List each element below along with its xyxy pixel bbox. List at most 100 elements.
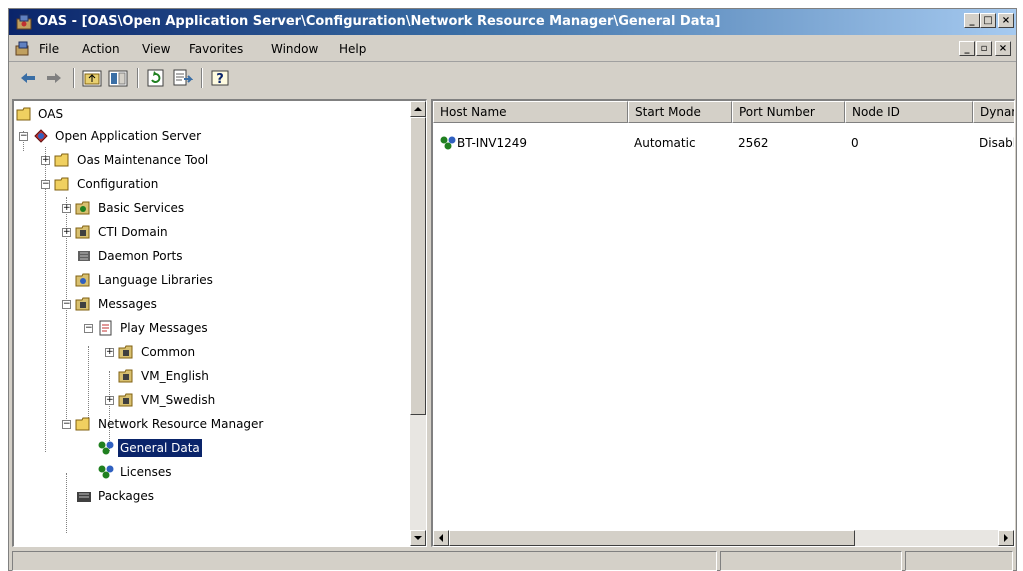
menu-window[interactable]: Window: [271, 42, 318, 56]
menu-view[interactable]: View: [142, 42, 170, 56]
tree-item-general-data[interactable]: General Data: [16, 437, 396, 459]
collapse-toggle[interactable]: −: [41, 180, 50, 189]
column-header-dynamic[interactable]: Dynam: [973, 101, 1014, 123]
scroll-left-button[interactable]: [433, 530, 449, 546]
status-bar: [9, 551, 1016, 571]
open-folder-icon: [75, 417, 90, 431]
list-horizontal-scrollbar[interactable]: [433, 530, 1014, 546]
list-header: Host Name Start Mode Port Number Node ID…: [433, 101, 1014, 123]
back-arrow-icon[interactable]: [17, 68, 39, 88]
tree-item-oas-maintenance-tool[interactable]: + Oas Maintenance Tool: [16, 149, 396, 171]
network-nodes-icon: [98, 441, 114, 455]
mmc-window: OAS - [OAS\Open Application Server\Confi…: [8, 8, 1017, 571]
collapse-toggle[interactable]: −: [62, 300, 71, 309]
console-doc-icon[interactable]: [15, 41, 31, 57]
tree-item-label: General Data: [118, 439, 202, 457]
network-nodes-icon: [440, 136, 456, 150]
scroll-thumb[interactable]: [410, 117, 426, 415]
cell-start-mode: Automatic: [634, 136, 696, 150]
scroll-right-button[interactable]: [998, 530, 1014, 546]
tree-item-licenses[interactable]: Licenses: [16, 461, 396, 483]
column-header-host-name[interactable]: Host Name: [433, 101, 628, 123]
collapse-toggle[interactable]: −: [19, 132, 28, 141]
tree-item-label: Daemon Ports: [98, 249, 183, 263]
menu-bar: File Action View Favorites Window Help _…: [9, 36, 1016, 62]
folder-icon: [118, 393, 133, 407]
title-bar[interactable]: OAS - [OAS\Open Application Server\Confi…: [9, 9, 1016, 35]
cell-port-number: 2562: [738, 136, 769, 150]
tree-item-configuration[interactable]: − Configuration: [16, 173, 396, 195]
tree-item-vm-swedish[interactable]: + VM_Swedish: [16, 389, 396, 411]
export-list-icon[interactable]: [171, 68, 193, 88]
tree-item-messages[interactable]: − Messages: [16, 293, 396, 315]
details-list[interactable]: Host Name Start Mode Port Number Node ID…: [431, 99, 1015, 547]
tree-vertical-scrollbar[interactable]: [410, 101, 426, 546]
expand-toggle[interactable]: +: [62, 204, 71, 213]
tree-item-label: VM_English: [141, 369, 209, 383]
menu-file[interactable]: File: [39, 42, 59, 56]
tree-item-vm-english[interactable]: VM_English: [16, 365, 396, 387]
expand-toggle[interactable]: +: [41, 156, 50, 165]
tree-item-label: VM_Swedish: [141, 393, 216, 407]
folder-icon: [118, 369, 133, 383]
tree-item-language-libraries[interactable]: Language Libraries: [16, 269, 396, 291]
services-folder-icon: [75, 201, 90, 215]
close-button[interactable]: ×: [998, 13, 1014, 28]
library-icon: [75, 273, 90, 287]
tree-item-basic-services[interactable]: + Basic Services: [16, 197, 396, 219]
tree-item-label: Open Application Server: [55, 129, 202, 143]
tree-item-label: OAS: [38, 107, 64, 121]
domain-folder-icon: [75, 225, 90, 239]
console-tree[interactable]: OAS − Open Application Server + Oas Main…: [12, 99, 427, 547]
ports-icon: [78, 251, 90, 261]
menu-action[interactable]: Action: [82, 42, 120, 56]
collapse-toggle[interactable]: −: [84, 324, 93, 333]
menu-favorites[interactable]: Favorites: [189, 42, 243, 56]
tree-item-label: Basic Services: [98, 201, 185, 215]
tree-item-oas[interactable]: OAS: [16, 103, 396, 125]
status-cell-3: [905, 551, 1013, 571]
column-header-start-mode[interactable]: Start Mode: [628, 101, 732, 123]
column-header-port-number[interactable]: Port Number: [732, 101, 845, 123]
cell-dynamic: Disable: [979, 136, 1014, 150]
folder-icon: [118, 345, 133, 359]
cell-node-id: 0: [851, 136, 859, 150]
menu-help[interactable]: Help: [339, 42, 366, 56]
tree-item-network-resource-manager[interactable]: − Network Resource Manager: [16, 413, 396, 435]
tree-item-label: Network Resource Manager: [98, 417, 264, 431]
oas-app-icon: [16, 14, 32, 30]
tree-item-label: Packages: [98, 489, 154, 503]
doc-minimize-button[interactable]: _: [959, 41, 975, 56]
show-hide-tree-icon[interactable]: [107, 68, 129, 88]
expand-toggle[interactable]: +: [105, 396, 114, 405]
column-header-node-id[interactable]: Node ID: [845, 101, 973, 123]
doc-restore-button[interactable]: ▫: [976, 41, 992, 56]
tree-item-label: Common: [141, 345, 196, 359]
maximize-button[interactable]: □: [980, 13, 996, 28]
forward-arrow-icon[interactable]: [43, 68, 65, 88]
arrow-left-icon: [439, 534, 443, 542]
doc-close-button[interactable]: ×: [995, 41, 1011, 56]
toolbar: ?: [9, 63, 1016, 93]
tree-item-daemon-ports[interactable]: Daemon Ports: [16, 245, 396, 267]
scroll-thumb[interactable]: [449, 530, 855, 546]
toolbar-separator: [137, 68, 139, 88]
up-folder-icon[interactable]: [81, 68, 103, 88]
tree-item-open-application-server[interactable]: − Open Application Server: [16, 125, 396, 147]
tree-item-common[interactable]: + Common: [16, 341, 396, 363]
status-cell-2: [720, 551, 902, 571]
expand-toggle[interactable]: +: [62, 228, 71, 237]
help-icon[interactable]: ?: [209, 68, 231, 88]
tree-item-label: Language Libraries: [98, 273, 213, 287]
tree-item-label: Configuration: [77, 177, 159, 191]
expand-toggle[interactable]: +: [105, 348, 114, 357]
tree-item-packages[interactable]: Packages: [16, 485, 396, 507]
refresh-icon[interactable]: [145, 68, 167, 88]
collapse-toggle[interactable]: −: [62, 420, 71, 429]
svg-text:?: ?: [216, 72, 224, 87]
tree-item-cti-domain[interactable]: + CTI Domain: [16, 221, 396, 243]
minimize-button[interactable]: _: [964, 13, 980, 28]
scroll-down-button[interactable]: [410, 530, 426, 546]
tree-item-play-messages[interactable]: − Play Messages: [16, 317, 396, 339]
scroll-up-button[interactable]: [410, 101, 426, 117]
